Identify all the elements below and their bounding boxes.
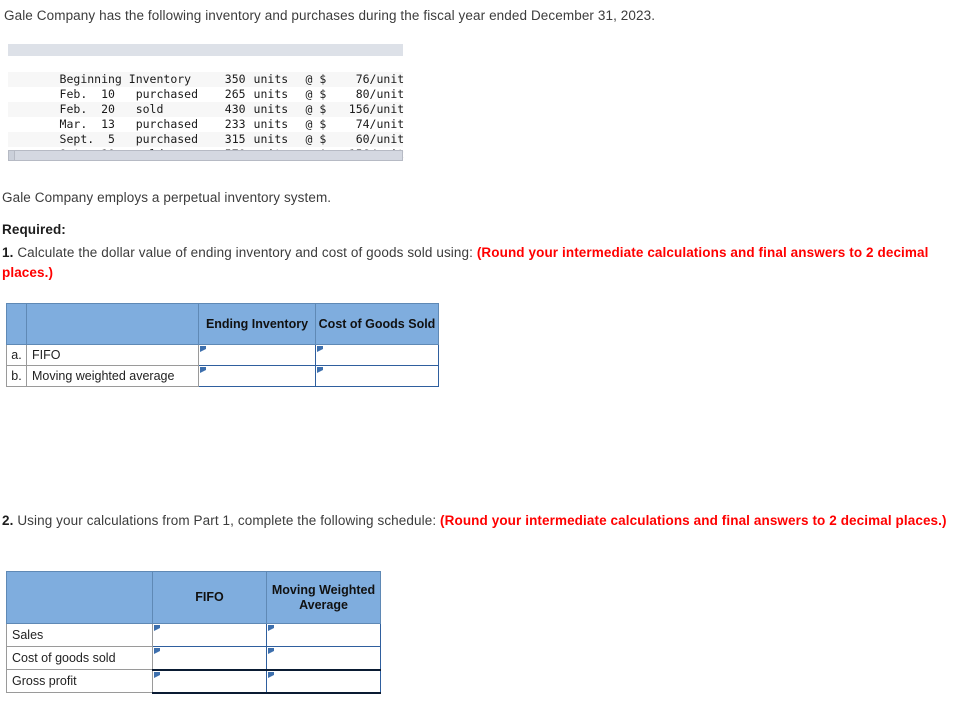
header-description-blank: [26, 303, 199, 345]
row-label-moving-weighted-average: Moving weighted average: [26, 365, 199, 387]
scrollbar-thumb[interactable]: [9, 151, 15, 160]
table-header-row: FIFO Moving Weighted Average: [6, 571, 381, 624]
inventory-row-label: Feb. 20 sold: [59, 102, 164, 116]
inventory-row-qty: 350: [224, 72, 246, 86]
question-1-body: Calculate the dollar value of ending inv…: [13, 245, 477, 260]
header-moving-weighted-average: Moving Weighted Average: [266, 571, 381, 624]
input-sales-mwa[interactable]: [266, 623, 381, 647]
inventory-row-price: 76: [355, 72, 370, 86]
table-header-row: Ending Inventory Cost of Goods Sold: [6, 303, 439, 345]
inventory-row-price: 74: [355, 117, 370, 131]
question-2-number: 2.: [2, 513, 14, 528]
inventory-row-at: @ $: [305, 132, 327, 146]
row-index-a: a.: [6, 344, 27, 366]
inventory-row: Beginning Inventory 350 units @ $ 76/unit: [8, 57, 405, 86]
inventory-row-label: Mar. 13 purchased: [59, 117, 199, 131]
inventory-row-label: Beginning Inventory: [59, 72, 192, 86]
table-row: Sales: [6, 623, 381, 647]
question-1-number: 1.: [2, 245, 14, 260]
inventory-row-per: /unit: [369, 117, 405, 131]
row-label-sales: Sales: [6, 623, 153, 647]
inventory-row-price: 60: [355, 132, 370, 146]
header-cost-of-goods-sold: Cost of Goods Sold: [315, 303, 439, 345]
header-description-blank: [6, 571, 153, 624]
inventory-row-at: @ $: [305, 72, 327, 86]
inventory-row-units: units: [253, 102, 289, 116]
input-cogs-fifo[interactable]: [152, 646, 267, 670]
table-row: a. FIFO: [6, 344, 439, 366]
inventory-row-units: units: [253, 72, 289, 86]
input-mwa-ending-inventory[interactable]: [198, 365, 316, 387]
intro-paragraph: Gale Company has the following inventory…: [4, 8, 656, 23]
input-cogs-mwa[interactable]: [266, 646, 381, 670]
inventory-row-at: @ $: [305, 117, 327, 131]
table-row: Cost of goods sold: [6, 646, 381, 670]
gross-profit-schedule-table: FIFO Moving Weighted Average Sales Cost …: [6, 571, 381, 694]
inventory-row-qty: 430: [224, 102, 246, 116]
inventory-row-units: units: [253, 117, 289, 131]
table-row: b. Moving weighted average: [6, 365, 439, 387]
horizontal-scrollbar[interactable]: [8, 150, 403, 161]
inventory-row-label: Feb. 10 purchased: [59, 87, 199, 101]
row-label-cost-of-goods-sold: Cost of goods sold: [6, 646, 153, 670]
inventory-row-qty: 233: [224, 117, 246, 131]
inventory-row-per: /unit: [369, 102, 405, 116]
inventory-row-label: Sept. 5 purchased: [59, 132, 199, 146]
inventory-row-per: /unit: [369, 72, 405, 86]
question-2-text: 2. Using your calculations from Part 1, …: [2, 511, 972, 531]
inventory-row-qty: 315: [224, 132, 246, 146]
question-2-body: Using your calculations from Part 1, com…: [13, 513, 441, 528]
data-block-rows: Beginning Inventory 350 units @ $ 76/unit Fe…: [8, 57, 405, 161]
inventory-row-per: /unit: [369, 132, 405, 146]
input-mwa-cogs[interactable]: [315, 365, 439, 387]
inventory-data-block: Beginning Inventory 350 units @ $ 76/unit Fe…: [8, 44, 405, 161]
row-label-gross-profit: Gross profit: [6, 669, 153, 693]
input-gross-profit-mwa[interactable]: [266, 668, 381, 694]
input-gross-profit-fifo[interactable]: [152, 668, 267, 694]
inventory-row-at: @ $: [305, 87, 327, 101]
inventory-row-units: units: [253, 87, 289, 101]
required-label: Required:: [2, 222, 66, 237]
inventory-row-units: units: [253, 132, 289, 146]
perpetual-system-note: Gale Company employs a perpetual invento…: [2, 190, 332, 205]
question-2-rounding-note: (Round your intermediate calculations an…: [440, 513, 947, 528]
inventory-row-price: 80: [355, 87, 370, 101]
table-row: Gross profit: [6, 668, 381, 694]
input-fifo-ending-inventory[interactable]: [198, 344, 316, 366]
input-sales-fifo[interactable]: [152, 623, 267, 647]
input-fifo-cogs[interactable]: [315, 344, 439, 366]
row-label-fifo: FIFO: [26, 344, 199, 366]
ending-inventory-cogs-table: Ending Inventory Cost of Goods Sold a. F…: [6, 303, 439, 387]
data-block-topbar: [8, 44, 403, 57]
inventory-row-price: 156: [348, 102, 370, 116]
question-1-text: 1. Calculate the dollar value of ending …: [2, 243, 972, 282]
inventory-row-qty: 265: [224, 87, 246, 101]
header-ending-inventory: Ending Inventory: [198, 303, 316, 345]
row-index-b: b.: [6, 365, 27, 387]
header-fifo: FIFO: [152, 571, 267, 624]
inventory-row-per: /unit: [369, 87, 405, 101]
inventory-row-at: @ $: [305, 102, 327, 116]
header-index-blank: [6, 303, 27, 345]
